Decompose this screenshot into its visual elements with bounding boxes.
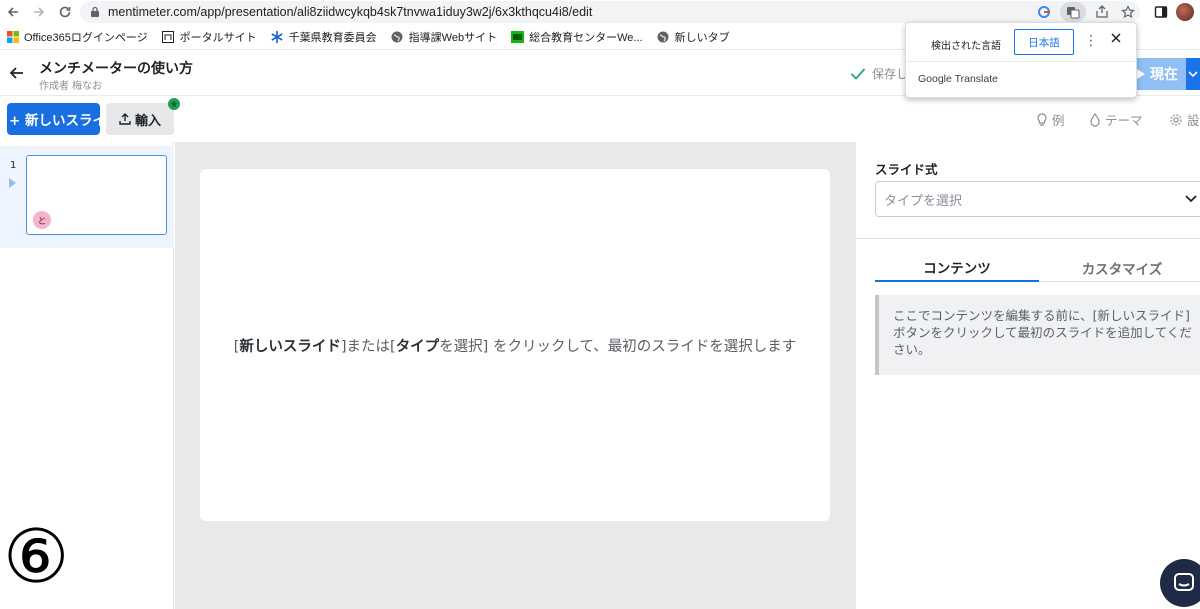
bookmark-label: 指導課Webサイト <box>408 31 498 44</box>
collaborator-avatar: と <box>33 211 51 229</box>
slide-type-select[interactable]: タイプを選択 <box>875 181 1200 217</box>
translate-popup: 検出された言語 日本語 ⋮ Google Translate <box>905 22 1137 98</box>
play-icon <box>1136 68 1146 80</box>
bookmark-label: 新しいタブ <box>674 31 730 44</box>
google-translate-brand: Google Translate <box>918 73 998 85</box>
address-bar-actions <box>1034 2 1138 22</box>
chat-support-button[interactable] <box>1160 559 1200 607</box>
themes-label: テーマ <box>1105 113 1143 128</box>
presentation-title[interactable]: メンチメーターの使い方 <box>39 58 193 78</box>
present-dropdown-button[interactable] <box>1186 58 1200 90</box>
editor-toolbar: + 新しいスライド 輸入 例 テーマ 設 <box>0 96 1200 142</box>
education-center-icon <box>511 30 525 43</box>
import-button-label: 輸入 <box>134 113 161 129</box>
profile-avatar[interactable] <box>1176 3 1194 21</box>
chat-icon <box>1173 572 1195 594</box>
bookmark-office365[interactable]: Office365ログインページ <box>6 29 148 45</box>
settings-button[interactable]: 設 <box>1169 110 1200 129</box>
side-panel-icon[interactable] <box>1154 5 1168 19</box>
back-icon[interactable] <box>8 64 26 82</box>
bookmark-chiba-board[interactable]: 千葉県教育委員会 <box>271 29 377 45</box>
globe-icon <box>391 30 404 43</box>
chevron-down-icon <box>1184 191 1198 205</box>
microsoft-logo-icon <box>6 30 19 43</box>
tab-content[interactable]: コンテンツ <box>875 254 1039 282</box>
present-button-label: 現在 <box>1150 67 1178 83</box>
examples-label: 例 <box>1052 113 1065 128</box>
globe-icon <box>657 30 670 43</box>
tab-customize[interactable]: カスタマイズ <box>1040 254 1200 282</box>
slide-number: 1 <box>10 160 17 171</box>
share-icon[interactable] <box>1092 2 1112 22</box>
slide-list-item[interactable]: 1 と <box>0 146 174 248</box>
empty-slide-message: [新しいスライド]または[タイプを選択] をクリックして、最初のスライドを選択し… <box>233 338 797 355</box>
slide-settings-panel: スライド式 タイプを選択 コンテンツ カスタマイズ ここでコンテンツを編集する前… <box>856 142 1200 609</box>
slide-canvas[interactable]: [新しいスライド]または[タイプを選択] をクリックして、最初のスライドを選択し… <box>200 169 830 521</box>
bookmark-education-center[interactable]: 総合教育センターWe... <box>511 29 643 45</box>
detected-language-tab[interactable]: 検出された言語 <box>920 32 1012 56</box>
bookmark-label: 総合教育センターWe... <box>529 31 643 44</box>
message-text: ]または[ <box>340 338 396 355</box>
browser-toolbar: mentimeter.com/app/presentation/ali8ziid… <box>0 0 1200 24</box>
forward-arrow-icon[interactable] <box>26 0 52 24</box>
bookmark-shidouka[interactable]: 指導課Webサイト <box>391 29 497 45</box>
bookmark-label: Office365ログインページ <box>24 31 148 44</box>
themes-button[interactable]: テーマ <box>1089 110 1143 129</box>
upload-icon <box>119 113 131 125</box>
asterisk-icon <box>271 30 284 43</box>
browser-extras <box>1154 0 1200 24</box>
lightbulb-icon <box>1036 112 1048 127</box>
save-status-label: 保存し <box>872 67 909 81</box>
popup-divider <box>906 61 1136 62</box>
new-feature-badge-icon <box>168 98 180 110</box>
bookmark-label: ポータルサイト <box>179 31 257 44</box>
star-icon[interactable] <box>1118 2 1138 22</box>
save-status: 保存し <box>850 65 908 82</box>
presentation-author: 作成者 梅なお <box>39 81 103 92</box>
slide-type-label: スライド式 <box>875 162 938 177</box>
portal-icon <box>162 30 175 43</box>
bookmark-portal[interactable]: ポータルサイト <box>162 29 257 45</box>
message-text: を選択] をクリックして、最初のスライドを選択します <box>439 338 797 355</box>
more-options-icon[interactable]: ⋮ <box>1084 33 1098 49</box>
message-new-slide: 新しいスライド <box>239 338 341 355</box>
slide-type-placeholder: タイプを選択 <box>884 193 963 209</box>
import-button[interactable]: 輸入 <box>106 103 174 135</box>
translate-icon[interactable] <box>1060 2 1086 22</box>
bookmark-label: 千葉県教育委員会 <box>288 31 377 44</box>
japanese-language-tab[interactable]: 日本語 <box>1014 29 1074 55</box>
play-marker-icon <box>9 178 16 188</box>
chevron-down-icon <box>1188 70 1198 78</box>
panel-divider <box>856 238 1200 239</box>
google-g-icon[interactable] <box>1034 2 1054 22</box>
slide-canvas-area: [新しいスライド]または[タイプを選択] をクリックして、最初のスライドを選択し… <box>175 142 856 609</box>
bookmark-new-tab[interactable]: 新しいタブ <box>657 29 730 45</box>
close-icon[interactable] <box>1110 32 1122 44</box>
message-type: タイプ <box>395 338 440 355</box>
examples-button[interactable]: 例 <box>1036 110 1065 129</box>
new-slide-button[interactable]: + 新しいスライド <box>7 103 100 135</box>
reload-icon[interactable] <box>52 0 78 24</box>
lock-icon <box>90 6 100 18</box>
url-text: mentimeter.com/app/presentation/ali8ziid… <box>108 5 593 19</box>
drop-icon <box>1089 112 1101 127</box>
step-marker: ⑥ <box>3 514 70 600</box>
gear-icon <box>1169 113 1183 127</box>
settings-label: 設 <box>1187 113 1200 128</box>
slide-thumbnail[interactable]: と <box>26 155 167 235</box>
back-arrow-icon[interactable] <box>0 0 26 24</box>
address-bar[interactable]: mentimeter.com/app/presentation/ali8ziid… <box>80 1 1140 23</box>
check-icon <box>850 67 866 81</box>
info-message: ここでコンテンツを編集する前に、[新しいスライド]ボタンをクリックして最初のスラ… <box>875 295 1200 375</box>
